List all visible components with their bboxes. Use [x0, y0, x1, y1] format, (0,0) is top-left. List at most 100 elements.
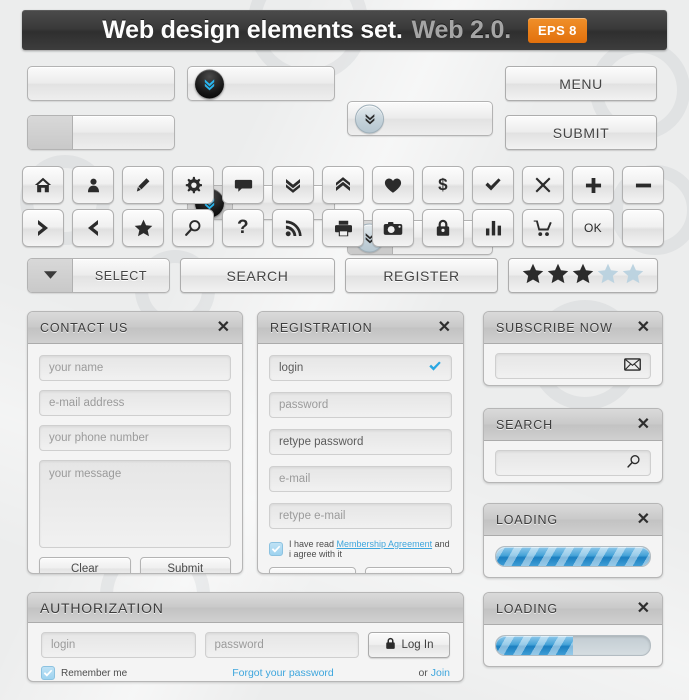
auth-login-field[interactable]: login: [41, 632, 196, 658]
select-label: SELECT: [94, 268, 148, 283]
text-input-plain[interactable]: [27, 66, 175, 101]
contact-us-header: CONTACT US ✕: [28, 312, 242, 344]
authorization-fields-row: login password Log In: [41, 632, 450, 658]
magnifier-icon: [184, 219, 202, 237]
double-chevron-down-icon[interactable]: [355, 104, 384, 133]
double-chevron-down-icon[interactable]: [195, 69, 224, 98]
envelope-icon[interactable]: [624, 358, 641, 374]
eps-badge: EPS 8: [527, 17, 587, 43]
double-chevron-up-icon-button[interactable]: [322, 166, 364, 204]
ok-button[interactable]: OK: [572, 209, 614, 247]
select-dropdown-arrow[interactable]: [28, 259, 73, 292]
camera-icon-button[interactable]: [372, 209, 414, 247]
star-icon-button[interactable]: [122, 209, 164, 247]
question-mark-icon: ?: [237, 217, 249, 238]
lock-icon-button[interactable]: [422, 209, 464, 247]
star-rating-stars: [522, 259, 644, 292]
header-title-sub: Web 2.0.: [411, 15, 512, 44]
close-icon[interactable]: ✕: [438, 319, 451, 336]
close-icon[interactable]: ✕: [637, 416, 650, 433]
contact-us-title: CONTACT US: [40, 320, 129, 335]
rss-icon-button[interactable]: [272, 209, 314, 247]
gear-icon-button[interactable]: [172, 166, 214, 204]
log-in-button[interactable]: Log In: [368, 632, 450, 658]
membership-agreement-link[interactable]: Membership Agreement: [337, 539, 433, 549]
pencil-icon-button[interactable]: [122, 166, 164, 204]
submit-button-label: Submit: [391, 573, 427, 574]
retype-email-field[interactable]: retype e-mail: [269, 503, 452, 529]
split-input[interactable]: [27, 115, 175, 150]
submit-button[interactable]: Submit: [139, 557, 231, 573]
register-button[interactable]: REGISTER: [345, 258, 498, 293]
shopping-cart-icon-button[interactable]: [522, 209, 564, 247]
clear-button[interactable]: Clear: [39, 557, 131, 573]
message-textarea[interactable]: your message: [39, 460, 231, 548]
dropdown-dark-knob[interactable]: [187, 66, 335, 101]
search-button-label: SEARCH: [226, 267, 289, 284]
pencil-icon: [135, 177, 152, 194]
search-button[interactable]: SEARCH: [180, 258, 335, 293]
split-input-tab[interactable]: [28, 116, 73, 149]
close-x-icon-button[interactable]: [522, 166, 564, 204]
close-icon[interactable]: ✕: [217, 319, 230, 336]
auth-password-field[interactable]: password: [204, 632, 359, 658]
plus-icon-button[interactable]: [572, 166, 614, 204]
remember-me-label: Remember me: [61, 667, 128, 679]
arrow-right-icon-button[interactable]: [22, 209, 64, 247]
select-dropdown[interactable]: SELECT: [27, 258, 170, 293]
bar-chart-icon-button[interactable]: [472, 209, 514, 247]
double-chevron-down-icon-button[interactable]: [272, 166, 314, 204]
menu-button[interactable]: MENU: [505, 66, 657, 101]
phone-field[interactable]: your phone number: [39, 425, 231, 451]
loading-body: [484, 536, 662, 577]
search-panel: SEARCH ✕: [483, 408, 663, 483]
blank-button[interactable]: [622, 209, 664, 247]
submit-button[interactable]: Submit: [365, 567, 452, 574]
user-icon-button[interactable]: [72, 166, 114, 204]
subscribe-email-field[interactable]: [495, 353, 651, 379]
forgot-password-link[interactable]: Forgot your password: [232, 667, 334, 679]
user-icon: [85, 177, 102, 194]
star-icon[interactable]: [522, 263, 544, 289]
heart-icon-button[interactable]: [372, 166, 414, 204]
star-rating[interactable]: [508, 258, 658, 293]
minus-icon-button[interactable]: [622, 166, 664, 204]
retype-password-field[interactable]: retype password: [269, 429, 452, 455]
close-icon[interactable]: ✕: [637, 319, 650, 336]
magnifier-icon[interactable]: [626, 454, 641, 472]
arrow-left-icon-button[interactable]: [72, 209, 114, 247]
split-input-field[interactable]: [73, 116, 174, 149]
close-icon[interactable]: ✕: [637, 511, 650, 528]
submit-button[interactable]: SUBMIT: [505, 115, 657, 150]
question-mark-icon-button[interactable]: ?: [222, 209, 264, 247]
registration-email-field[interactable]: e-mail: [269, 466, 452, 492]
authorization-title: AUTHORIZATION: [40, 599, 164, 616]
star-icon[interactable]: [547, 263, 569, 289]
star-icon[interactable]: [572, 263, 594, 289]
check-icon-button[interactable]: [472, 166, 514, 204]
select-dropdown-value[interactable]: SELECT: [73, 259, 169, 292]
close-x-icon: [535, 177, 551, 193]
dollar-icon-button[interactable]: $: [422, 166, 464, 204]
clear-button[interactable]: Clear: [269, 567, 356, 573]
search-input[interactable]: [495, 450, 651, 476]
home-icon-button[interactable]: [22, 166, 64, 204]
login-field[interactable]: login: [269, 355, 452, 381]
remember-me-checkbox[interactable]: [41, 666, 55, 680]
registration-buttons: Clear Submit: [269, 567, 452, 574]
close-icon[interactable]: ✕: [637, 600, 650, 617]
star-icon-empty[interactable]: [597, 263, 619, 289]
speech-bubble-icon-button[interactable]: [222, 166, 264, 204]
star-icon-empty[interactable]: [622, 263, 644, 289]
email-field[interactable]: e-mail address: [39, 390, 231, 416]
remember-me-row[interactable]: Remember me: [41, 666, 226, 680]
dropdown-blue-knob[interactable]: [347, 101, 493, 136]
join-link[interactable]: Join: [431, 667, 450, 679]
agreement-checkbox[interactable]: [269, 542, 283, 556]
printer-icon-button[interactable]: [322, 209, 364, 247]
name-field[interactable]: your name: [39, 355, 231, 381]
password-field[interactable]: password: [269, 392, 452, 418]
magnifier-icon-button[interactable]: [172, 209, 214, 247]
search-panel-title: SEARCH: [496, 417, 553, 432]
arrow-left-icon: [86, 219, 100, 237]
